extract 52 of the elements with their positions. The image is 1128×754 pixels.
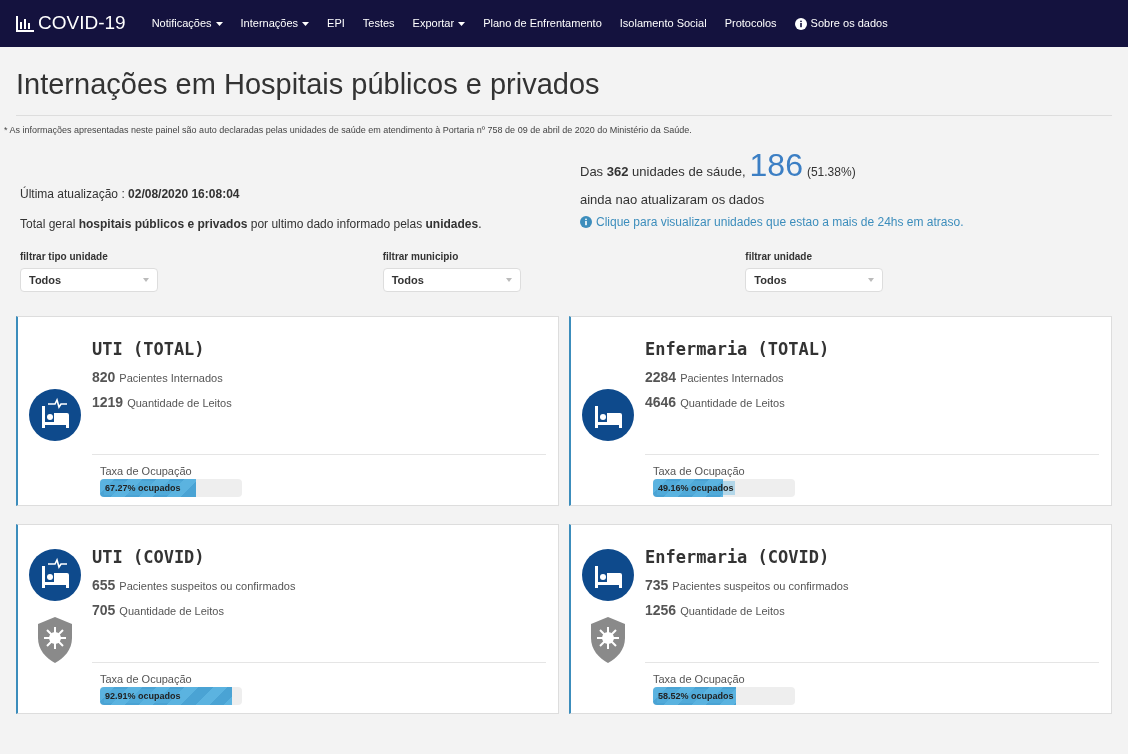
filter-label: filtrar unidade <box>745 250 814 264</box>
nav-link[interactable]: Isolamento Social <box>619 15 707 32</box>
page-title: Internações em Hospitais públicos e privados <box>16 63 1112 116</box>
card-title: UTI (TOTAL) <box>92 338 206 361</box>
beds-label: Quantidade de Leitos <box>127 395 232 411</box>
outdated-percent: (51.38%) <box>806 164 856 181</box>
patients-label: Pacientes Internados <box>680 370 784 386</box>
beds-count: 1219 <box>92 392 124 412</box>
patients-count: 735 <box>645 575 669 595</box>
occupancy-reading: 58.52% ocupados <box>657 689 735 703</box>
occupancy-label: Taxa de Ocupação <box>653 671 746 687</box>
occupancy-reading: 67.27% ocupados <box>104 481 182 495</box>
nav-link[interactable]: Exportar <box>412 15 466 32</box>
beds-label: Quantidade de Leitos <box>680 603 785 619</box>
outdated-text: ainda nao atualizaram os dados <box>580 190 766 209</box>
card-title: UTI (COVID) <box>92 546 206 569</box>
total-note: Total geral hospitais públicos e privados por ultimo dado informado pelas unidades. <box>20 216 483 233</box>
patients-count: 2284 <box>645 367 677 387</box>
nav-link[interactable]: Testes <box>362 15 395 32</box>
nav-link[interactable]: Protocolos <box>724 15 777 32</box>
patients-count: 655 <box>92 575 116 595</box>
nav-link[interactable]: Internações <box>240 15 310 32</box>
beds-count: 1256 <box>645 600 677 620</box>
brand-logo[interactable]: COVID-19 <box>38 9 126 38</box>
occupancy-label: Taxa de Ocupação <box>653 463 746 479</box>
beds-label: Quantidade de Leitos <box>680 395 785 411</box>
filter-label: filtrar municipio <box>382 250 460 264</box>
nav-link[interactable]: Sobre os dados <box>794 15 888 32</box>
occupancy-label: Taxa de Ocupação <box>100 671 193 687</box>
patients-count: 820 <box>92 367 116 387</box>
card-title: Enfermaria (COVID) <box>645 546 831 569</box>
beds-count: 705 <box>92 600 116 620</box>
filter-select[interactable]: Todos <box>20 268 158 292</box>
outdated-count: 186 <box>749 149 803 181</box>
occupancy-label: Taxa de Ocupação <box>100 463 193 479</box>
filter-select[interactable]: Todos <box>382 268 521 292</box>
beds-count: 4646 <box>645 392 677 412</box>
nav-link[interactable]: Plano de Enfrentamento <box>483 15 602 32</box>
patients-label: Pacientes Internados <box>119 370 223 386</box>
units-summary: Das 362 unidades de sáude, <box>580 163 746 181</box>
card-title: Enfermaria (TOTAL) <box>645 338 831 361</box>
beds-label: Quantidade de Leitos <box>119 603 224 619</box>
patients-label: Pacientes suspeitos ou confirmados <box>672 578 849 594</box>
occupancy-reading: 92.91% ocupados <box>104 689 182 703</box>
occupancy-reading: 49.16% ocupados <box>657 481 735 495</box>
nav-link[interactable]: EPI <box>327 15 345 32</box>
nav-link[interactable]: Notificações <box>151 15 223 32</box>
filter-label: filtrar tipo unidade <box>20 250 109 264</box>
patients-label: Pacientes suspeitos ou confirmados <box>119 578 296 594</box>
last-update: Última atualização : 02/08/2020 16:08:04 <box>20 185 241 203</box>
filter-select[interactable]: Todos <box>745 268 884 292</box>
disclaimer: * As informações apresentadas neste painel são auto declaradas pelas unidades de saúde em atendimento à Portaria nº 758 de 09 de abril de 2020 do Ministério da Saúde. <box>3 123 693 137</box>
